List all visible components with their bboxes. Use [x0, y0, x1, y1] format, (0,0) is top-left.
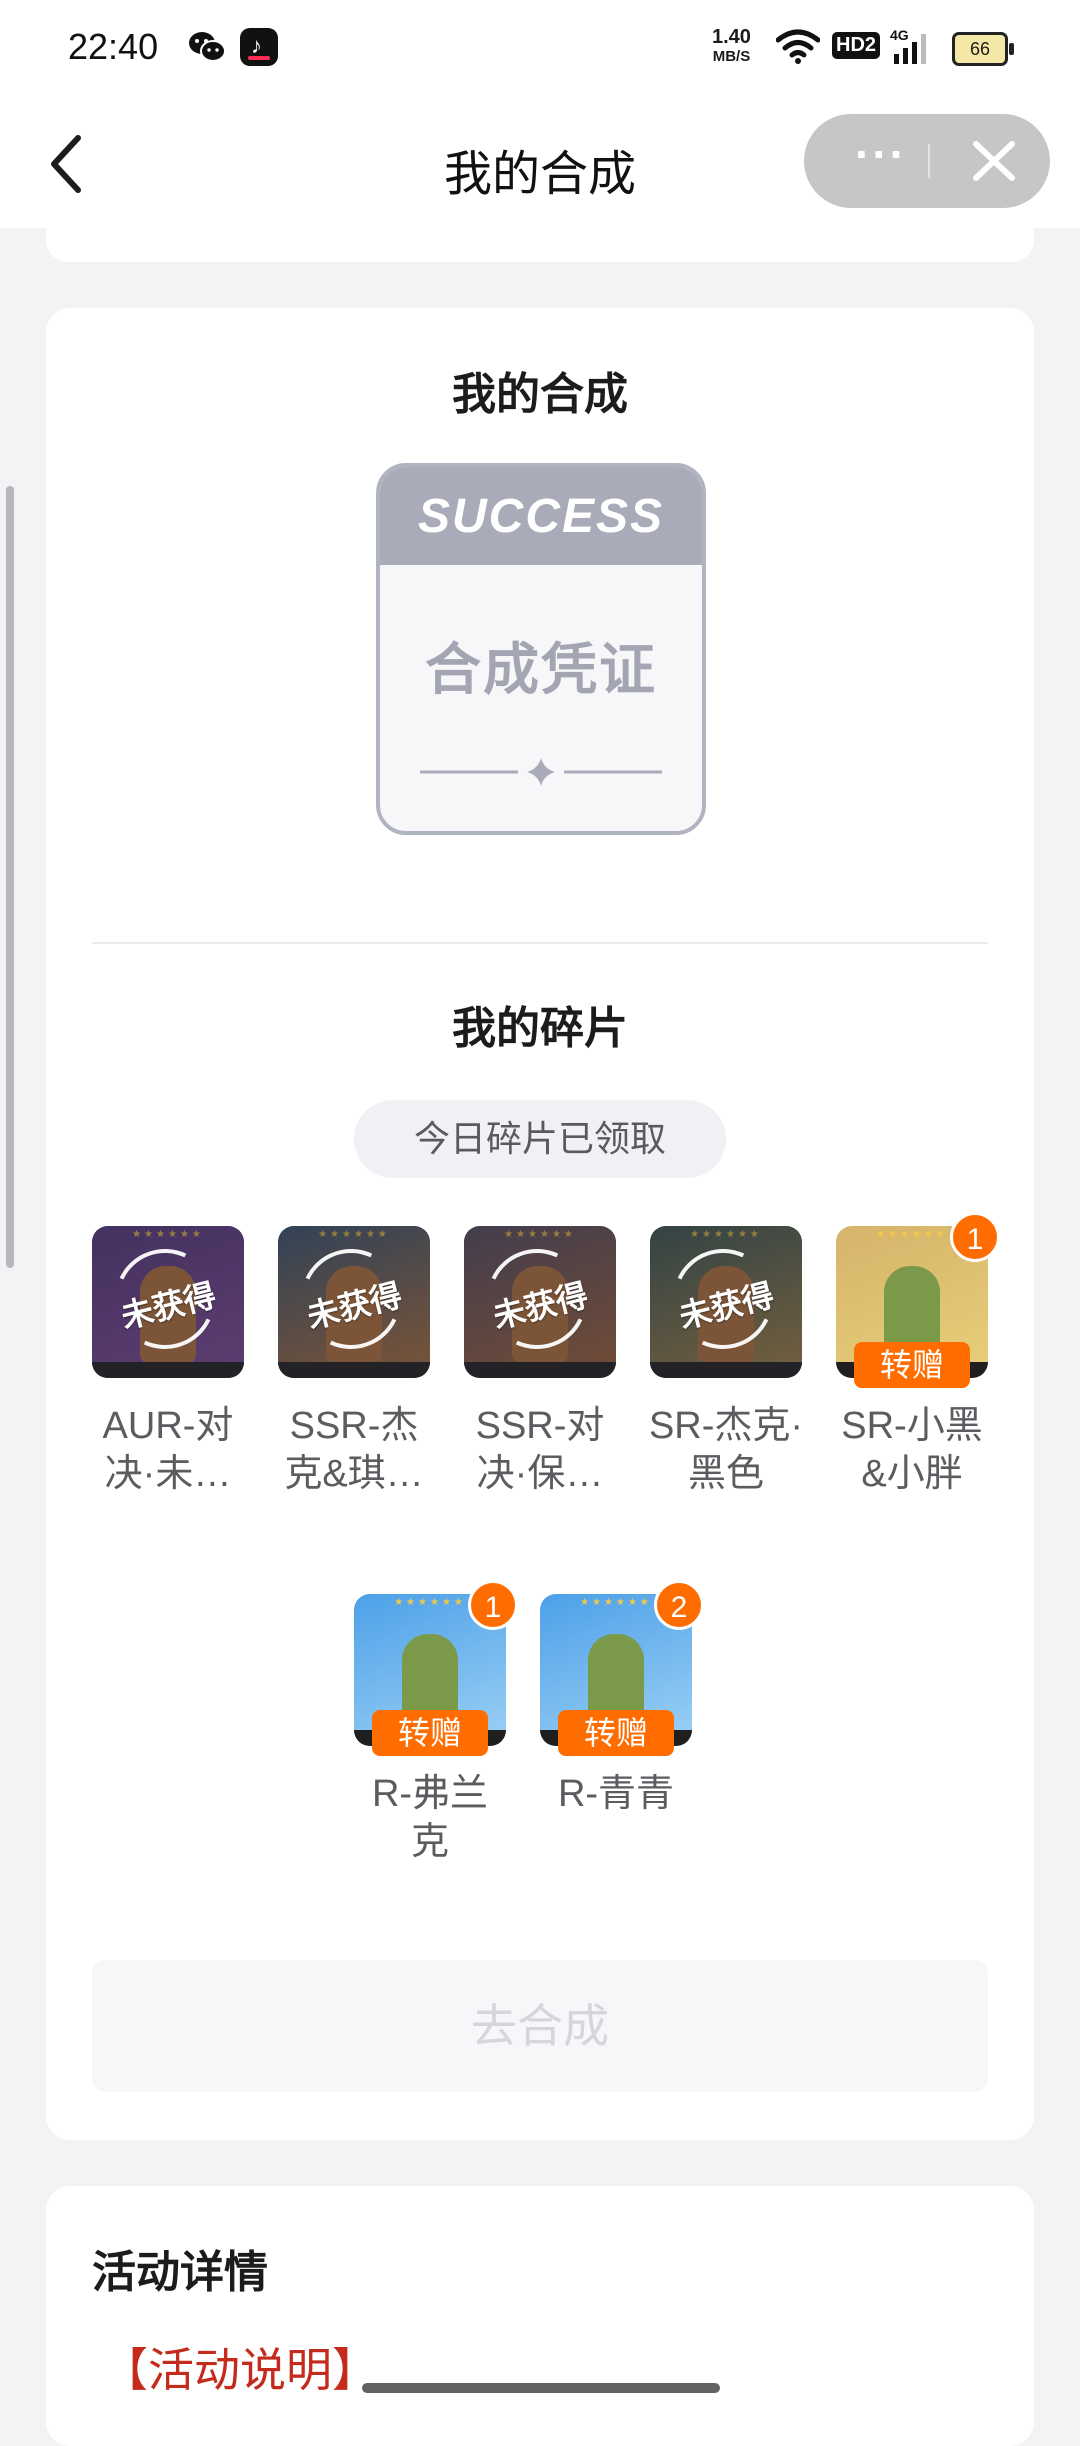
signal-icon: 4G [890, 27, 926, 64]
svg-text:4G: 4G [890, 27, 909, 43]
fragment-count-badge: 1 [950, 1212, 1000, 1262]
fragment-count-badge: 2 [654, 1580, 704, 1630]
activity-description: 【活动说明】 [102, 2344, 378, 2396]
synthesis-card: 我的合成 SUCCESS 合成凭证 我的碎片 今日碎片已领取 ★★★★★★ 未获得… [46, 308, 1034, 2140]
fragment-name: R-青青 [557, 1773, 675, 1815]
sparkle-divider-icon [420, 758, 662, 786]
status-time: 22:40 [68, 26, 159, 67]
mini-program-capsule: ··· [804, 114, 1050, 208]
fragment-name: SSR-对 决·保… [475, 1405, 605, 1495]
fragment-thumbnail[interactable]: ★★★★★★ 未获得 [650, 1226, 802, 1378]
fragment-name: SSR-杰 克&琪… [284, 1405, 424, 1495]
previous-card-bottom [46, 228, 1034, 262]
gift-fragment-button[interactable]: 转赠 [372, 1710, 488, 1756]
douyin-icon: ♪ [240, 28, 278, 66]
title-bar: 我的合成 ··· [0, 100, 1080, 228]
hd-voice-badge: HD2 [832, 32, 881, 59]
fragment-name: R-弗兰 克 [371, 1773, 489, 1863]
fragment-thumbnail[interactable]: ★★★★★★ 未获得 [278, 1226, 430, 1378]
certificate-label: 合成凭证 [425, 638, 657, 701]
gift-fragment-button[interactable]: 转赠 [558, 1710, 674, 1756]
synthesis-certificate: SUCCESS 合成凭证 [376, 463, 706, 835]
status-bar: 22:40 ♪ 1.40 MB/S HD2 4G 66 [0, 0, 1080, 100]
daily-claim-status: 今日碎片已领取 [354, 1100, 726, 1178]
synthesize-button[interactable]: 去合成 [92, 1960, 988, 2092]
home-indicator[interactable] [362, 2383, 720, 2393]
certificate-header: SUCCESS [380, 467, 702, 565]
fragments-title: 我的碎片 [452, 1004, 628, 1053]
wifi-icon [776, 29, 820, 64]
synthesis-title: 我的合成 [452, 370, 628, 419]
activity-card: 活动详情 【活动说明】 [46, 2186, 1034, 2446]
net-speed: 1.40 MB/S [712, 26, 751, 65]
fragment-thumbnail[interactable]: ★★★★★★ 未获得 [464, 1226, 616, 1378]
gift-fragment-button[interactable]: 转赠 [854, 1342, 970, 1388]
fragment-name: SR-杰克· 黑色 [648, 1405, 804, 1495]
capsule-divider [928, 144, 930, 178]
scrollbar[interactable] [6, 486, 14, 1268]
close-icon[interactable] [954, 114, 1034, 208]
fragment-name: SR-小黑 &小胖 [841, 1405, 983, 1495]
activity-title: 活动详情 [92, 2248, 268, 2297]
more-icon[interactable]: ··· [836, 114, 926, 208]
section-divider [92, 942, 988, 944]
fragment-thumbnail[interactable]: ★★★★★★ 未获得 [92, 1226, 244, 1378]
fragment-count-badge: 1 [468, 1580, 518, 1630]
fragment-name: AUR-对 决·未… [102, 1405, 234, 1495]
battery-icon: 66 [952, 32, 1014, 66]
wechat-icon [189, 32, 226, 62]
